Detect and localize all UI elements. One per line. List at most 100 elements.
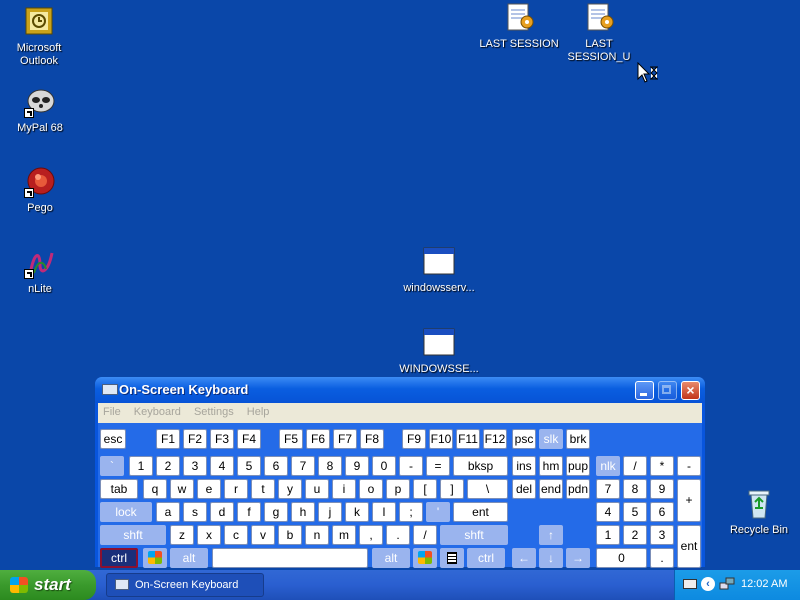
key-u[interactable]: u	[305, 479, 329, 499]
key-num-slash[interactable]: /	[623, 456, 647, 476]
key-y[interactable]: y	[278, 479, 302, 499]
desktop-icon-outlook[interactable]: Microsoft Outlook	[0, 6, 79, 68]
key-i[interactable]: i	[332, 479, 356, 499]
key-pdn[interactable]: pdn	[566, 479, 590, 499]
key-f9[interactable]: F9	[402, 429, 426, 449]
menu-keyboard[interactable]: Keyboard	[129, 403, 186, 418]
key-1[interactable]: 1	[129, 456, 153, 476]
key-r[interactable]: r	[224, 479, 248, 499]
key-minus[interactable]: -	[399, 456, 423, 476]
key-6[interactable]: 6	[264, 456, 288, 476]
desktop-icon-windowsse[interactable]: WINDOWSSE...	[399, 327, 479, 376]
key-enter[interactable]: ent	[453, 502, 508, 522]
key-num-minus[interactable]: -	[677, 456, 701, 476]
key-f11[interactable]: F11	[456, 429, 480, 449]
key-arrow-right[interactable]: →	[566, 548, 590, 568]
key-num-1[interactable]: 1	[596, 525, 620, 545]
key-c[interactable]: c	[224, 525, 248, 545]
key-brk[interactable]: brk	[566, 429, 590, 449]
key-num-4[interactable]: 4	[596, 502, 620, 522]
key-x[interactable]: x	[197, 525, 221, 545]
key-0[interactable]: 0	[372, 456, 396, 476]
key-9[interactable]: 9	[345, 456, 369, 476]
key-o[interactable]: o	[359, 479, 383, 499]
key-f5[interactable]: F5	[279, 429, 303, 449]
key-v[interactable]: v	[251, 525, 275, 545]
key-8[interactable]: 8	[318, 456, 342, 476]
key-backtick[interactable]: `	[100, 456, 124, 476]
key-semicolon[interactable]: ;	[399, 502, 423, 522]
key-right-ctrl[interactable]: ctrl	[467, 548, 505, 568]
key-psc[interactable]: psc	[512, 429, 536, 449]
desktop-icon-last-session[interactable]: LAST SESSION	[479, 2, 559, 51]
key-f[interactable]: f	[237, 502, 261, 522]
key-arrow-up[interactable]: ↑	[539, 525, 563, 545]
key-num-2[interactable]: 2	[623, 525, 647, 545]
key-t[interactable]: t	[251, 479, 275, 499]
key-pup[interactable]: pup	[566, 456, 590, 476]
key-num-star[interactable]: *	[650, 456, 674, 476]
key-g[interactable]: g	[264, 502, 288, 522]
key-right-win[interactable]	[413, 548, 437, 568]
key-del[interactable]: del	[512, 479, 536, 499]
key-5[interactable]: 5	[237, 456, 261, 476]
key-tab[interactable]: tab	[100, 479, 138, 499]
osk-titlebar[interactable]: On-Screen Keyboard ×	[95, 377, 705, 403]
key-end[interactable]: end	[539, 479, 563, 499]
desktop-icon-pego[interactable]: Pego	[0, 166, 80, 215]
key-left-alt[interactable]: alt	[170, 548, 208, 568]
key-num-enter[interactable]: ent	[677, 525, 701, 568]
key-num-8[interactable]: 8	[623, 479, 647, 499]
key-num-0[interactable]: 0	[596, 548, 647, 568]
key-3[interactable]: 3	[183, 456, 207, 476]
key-l[interactable]: l	[372, 502, 396, 522]
key-left-shift[interactable]: shft	[100, 525, 166, 545]
clock[interactable]: 12:02 AM	[741, 578, 787, 590]
menu-help[interactable]: Help	[242, 403, 275, 418]
key-num-dot[interactable]: .	[650, 548, 674, 568]
key-f1[interactable]: F1	[156, 429, 180, 449]
key-num-9[interactable]: 9	[650, 479, 674, 499]
key-k[interactable]: k	[345, 502, 369, 522]
key-num-3[interactable]: 3	[650, 525, 674, 545]
key-app-menu[interactable]	[440, 548, 464, 568]
start-button[interactable]: start	[0, 570, 96, 600]
network-icon[interactable]	[719, 577, 735, 591]
key-f6[interactable]: F6	[306, 429, 330, 449]
key-comma[interactable]: ,	[359, 525, 383, 545]
key-rbracket[interactable]: ]	[440, 479, 464, 499]
minimize-button[interactable]	[635, 381, 654, 400]
menu-file[interactable]: File	[98, 403, 126, 418]
desktop-icon-recycle-bin[interactable]: Recycle Bin	[719, 488, 799, 537]
key-f10[interactable]: F10	[429, 429, 453, 449]
key-h[interactable]: h	[291, 502, 315, 522]
key-spacebar[interactable]	[212, 548, 368, 568]
key-num-6[interactable]: 6	[650, 502, 674, 522]
key-arrow-down[interactable]: ↓	[539, 548, 563, 568]
key-f8[interactable]: F8	[360, 429, 384, 449]
key-s[interactable]: s	[183, 502, 207, 522]
key-left-win[interactable]	[143, 548, 167, 568]
osk-window[interactable]: On-Screen Keyboard × File Keyboard Setti…	[95, 377, 705, 568]
key-backslash[interactable]: \	[467, 479, 508, 499]
key-hm[interactable]: hm	[539, 456, 563, 476]
key-f3[interactable]: F3	[210, 429, 234, 449]
key-a[interactable]: a	[156, 502, 180, 522]
keyboard-tray-icon[interactable]	[683, 579, 697, 589]
close-button[interactable]: ×	[681, 381, 700, 400]
key-d[interactable]: d	[210, 502, 234, 522]
key-right-shift[interactable]: shft	[440, 525, 508, 545]
key-7[interactable]: 7	[291, 456, 315, 476]
key-z[interactable]: z	[170, 525, 194, 545]
key-e[interactable]: e	[197, 479, 221, 499]
tray-expand-button[interactable]: ‹	[701, 577, 715, 591]
key-bksp[interactable]: bksp	[453, 456, 508, 476]
key-left-ctrl[interactable]: ctrl	[100, 548, 138, 568]
key-w[interactable]: w	[170, 479, 194, 499]
key-f7[interactable]: F7	[333, 429, 357, 449]
key-num-plus[interactable]: +	[677, 479, 701, 522]
key-f2[interactable]: F2	[183, 429, 207, 449]
key-quote[interactable]: '	[426, 502, 450, 522]
key-lock[interactable]: lock	[100, 502, 152, 522]
taskbar-item-osk[interactable]: On-Screen Keyboard	[106, 573, 264, 597]
